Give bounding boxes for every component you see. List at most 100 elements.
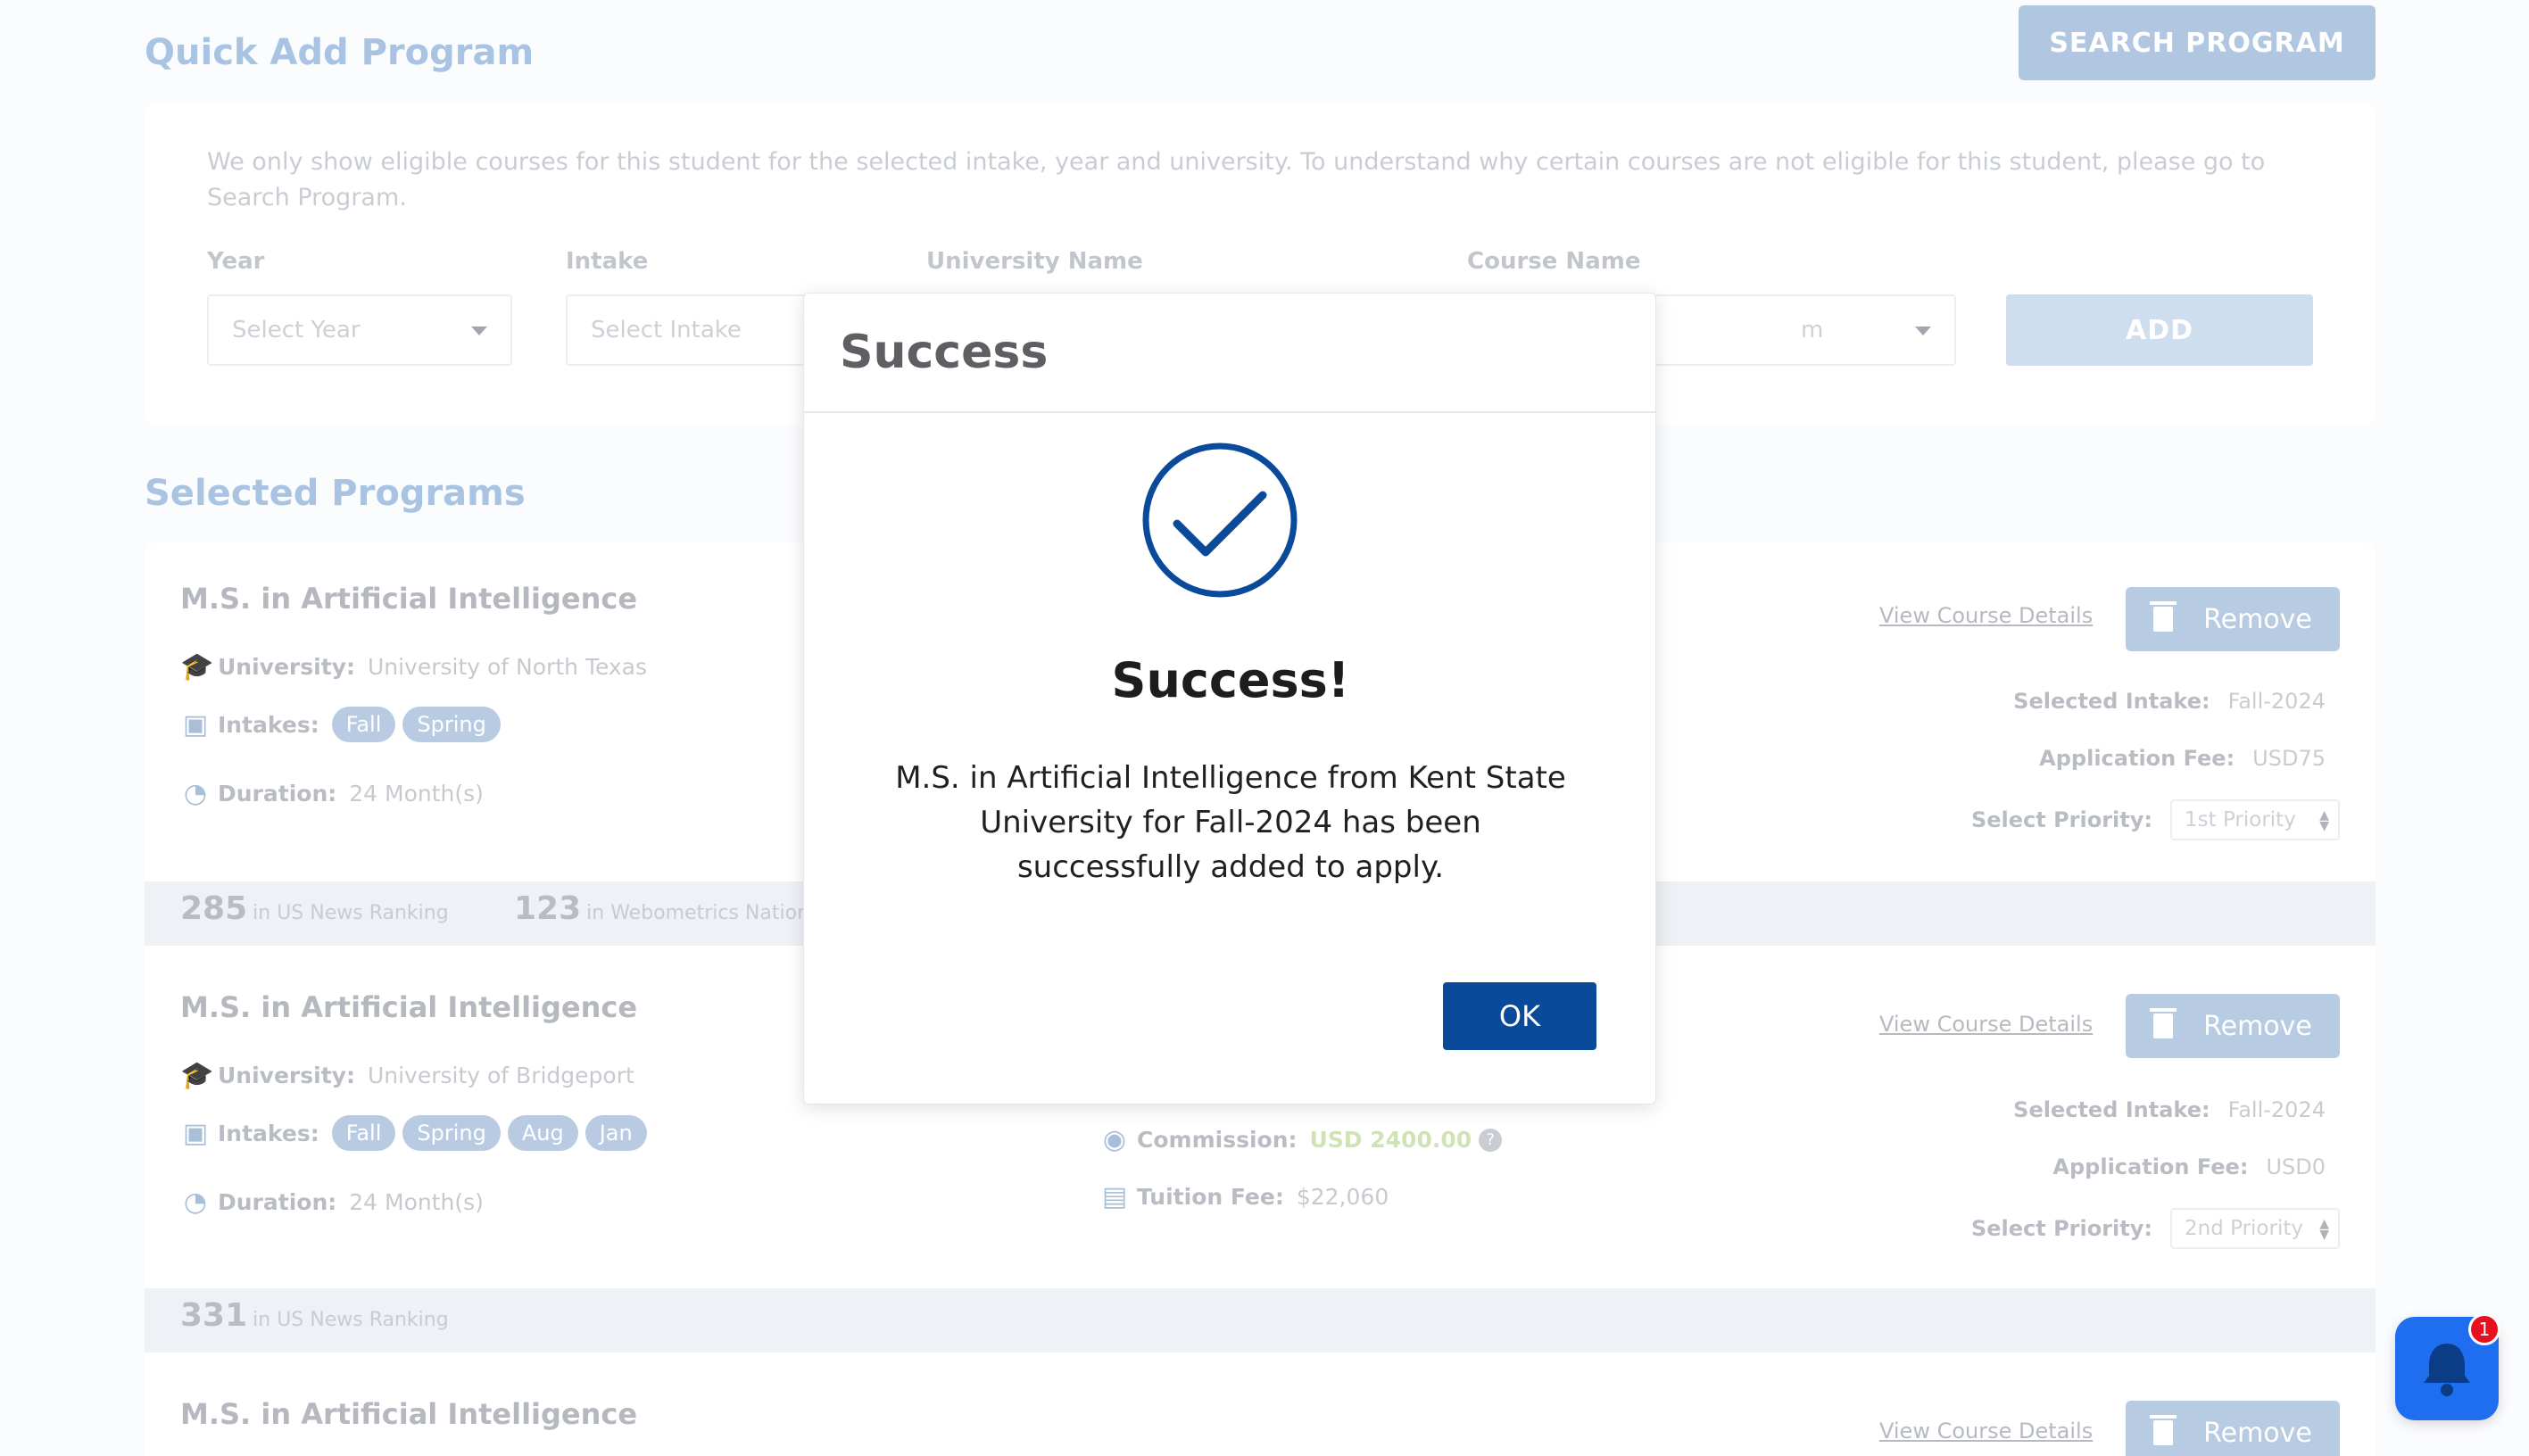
clock-icon: ◔ xyxy=(183,1187,208,1218)
graduation-cap-icon: 🎓 xyxy=(180,651,214,682)
updown-icon: ▲ ▼ xyxy=(2319,1217,2329,1242)
priority-value: 1st Priority xyxy=(2185,808,2296,831)
university-value: University of Bridgeport xyxy=(367,1063,634,1088)
view-course-details-link[interactable]: View Course Details xyxy=(1879,603,2093,628)
remove-button[interactable]: Remove xyxy=(2126,587,2340,651)
calendar-icon: ▣ xyxy=(182,1117,209,1149)
app-fee-value: USD0 xyxy=(2266,1154,2326,1179)
program-title: M.S. in Artificial Intelligence xyxy=(180,582,638,616)
intake-pill: Spring xyxy=(402,1115,501,1151)
duration-value: 24 Month(s) xyxy=(349,1189,484,1215)
selected-intake: Selected Intake: Fall-2024 xyxy=(2013,689,2326,714)
priority-select[interactable]: 1st Priority ▲ ▼ xyxy=(2170,799,2340,840)
intakes-key: Intakes: xyxy=(218,711,319,738)
modal-header: Success xyxy=(804,294,1655,413)
remove-label: Remove xyxy=(2203,1417,2312,1449)
selected-intake-key: Selected Intake: xyxy=(2013,689,2210,714)
success-message: M.S. in Artificial Intelligence from Ken… xyxy=(895,760,1566,885)
trash-icon xyxy=(2150,1008,2177,1038)
program-card-3: M.S. in Artificial Intelligence View Cou… xyxy=(145,1353,2376,1456)
course-select[interactable]: m xyxy=(1654,294,1956,366)
quick-add-title: Quick Add Program xyxy=(145,32,535,73)
notification-badge: 1 xyxy=(2468,1313,2500,1345)
program-intakes: ▣ Intakes: Fall Spring Aug Jan xyxy=(180,1115,654,1151)
priority-select[interactable]: 2nd Priority ▲ ▼ xyxy=(2170,1208,2340,1249)
app-fee-key: Application Fee: xyxy=(2052,1154,2249,1179)
selected-intake-value: Fall-2024 xyxy=(2227,1097,2326,1122)
duration-key: Duration: xyxy=(218,1189,337,1215)
program-university: 🎓 University: University of Bridgeport xyxy=(180,1060,634,1091)
year-select[interactable]: Select Year xyxy=(207,294,512,366)
ranking-label: in Webometrics Nationa xyxy=(586,902,822,924)
intake-label: Intake xyxy=(566,248,649,275)
priority-row: Select Priority: 1st Priority ▲ ▼ xyxy=(1971,799,2340,840)
search-program-button[interactable]: SEARCH PROGRAM xyxy=(2019,5,2376,80)
priority-key: Select Priority: xyxy=(1970,807,2152,832)
commission-value: USD 2400.00 xyxy=(1309,1127,1472,1153)
program-duration: ◔ Duration: 24 Month(s) xyxy=(180,1187,484,1218)
remove-label: Remove xyxy=(2203,603,2312,635)
university-value: University of North Texas xyxy=(367,654,648,680)
intake-pill: Jan xyxy=(585,1115,647,1151)
priority-row: Select Priority: 2nd Priority ▲ ▼ xyxy=(1971,1208,2340,1249)
clock-icon: ◔ xyxy=(183,778,208,809)
program-university: 🎓 University: University of North Texas xyxy=(180,651,647,682)
graduation-cap-icon: 🎓 xyxy=(180,1060,214,1091)
program-title: M.S. in Artificial Intelligence xyxy=(180,990,638,1024)
intake-select[interactable]: Select Intake xyxy=(566,294,833,366)
trash-icon xyxy=(2150,1415,2177,1445)
eligibility-hint: We only show eligible courses for this s… xyxy=(207,148,2266,211)
application-fee: Application Fee: USD75 xyxy=(2039,746,2326,771)
priority-key: Select Priority: xyxy=(1970,1216,2152,1241)
ranking-band-2: 331 in US News Ranking xyxy=(145,1288,2376,1353)
program-duration: ◔ Duration: 24 Month(s) xyxy=(180,778,484,809)
intake-pill: Fall xyxy=(331,1115,396,1151)
priority-value: 2nd Priority xyxy=(2185,1217,2303,1240)
course-value: m xyxy=(1801,317,1824,343)
ranking-label: in US News Ranking xyxy=(253,902,449,924)
program-commission: ◉ Commission: USD 2400.00 ? xyxy=(1099,1124,1503,1155)
selected-programs-title: Selected Programs xyxy=(145,473,526,514)
ranking-item: 123 in Webometrics Nationa xyxy=(514,890,822,927)
view-course-details-link[interactable]: View Course Details xyxy=(1879,1419,2093,1444)
modal-header-title: Success xyxy=(840,326,1049,379)
ranking-item: 331 in US News Ranking xyxy=(180,1297,449,1334)
duration-value: 24 Month(s) xyxy=(349,781,484,807)
wallet-icon: ▤ xyxy=(1101,1181,1128,1212)
commission-key: Commission: xyxy=(1137,1127,1298,1153)
application-fee: Application Fee: USD0 xyxy=(2052,1154,2326,1179)
remove-button[interactable]: Remove xyxy=(2126,994,2340,1058)
university-label: University Name xyxy=(926,248,1143,275)
calendar-icon: ▣ xyxy=(182,708,209,740)
ranking-label: in US News Ranking xyxy=(253,1309,449,1331)
intake-placeholder: Select Intake xyxy=(591,317,742,343)
university-key: University: xyxy=(218,654,355,680)
selected-intake-key: Selected Intake: xyxy=(2013,1097,2210,1122)
selected-intake-value: Fall-2024 xyxy=(2227,689,2326,714)
success-modal: Success Success! M.S. in Artificial Inte… xyxy=(803,293,1656,1104)
money-bag-icon: ◉ xyxy=(1102,1124,1127,1155)
trash-icon xyxy=(2150,601,2177,632)
chevron-down-icon xyxy=(1915,327,1931,335)
tuition-value: $22,060 xyxy=(1296,1184,1389,1210)
remove-button[interactable]: Remove xyxy=(2126,1401,2340,1456)
intake-pill: Spring xyxy=(402,707,501,742)
updown-icon: ▲ ▼ xyxy=(2319,808,2329,833)
tuition-key: Tuition Fee: xyxy=(1137,1184,1284,1210)
view-course-details-link[interactable]: View Course Details xyxy=(1879,1012,2093,1037)
ranking-item: 285 in US News Ranking xyxy=(180,890,449,927)
app-fee-key: Application Fee: xyxy=(2039,746,2235,771)
success-heading: Success! xyxy=(1111,652,1350,708)
add-button[interactable]: ADD xyxy=(2006,294,2313,366)
ok-button[interactable]: OK xyxy=(1443,982,1596,1050)
intake-pill: Aug xyxy=(507,1115,578,1151)
ranking-number: 285 xyxy=(180,890,248,927)
intake-pill: Fall xyxy=(331,707,396,742)
duration-key: Duration: xyxy=(218,781,337,807)
program-title: M.S. in Artificial Intelligence xyxy=(180,1397,638,1431)
program-intakes: ▣ Intakes: Fall Spring xyxy=(180,707,508,742)
university-key: University: xyxy=(218,1063,355,1088)
help-icon[interactable]: ? xyxy=(1479,1128,1503,1152)
year-label: Year xyxy=(207,248,265,275)
selected-intake: Selected Intake: Fall-2024 xyxy=(2013,1097,2326,1122)
